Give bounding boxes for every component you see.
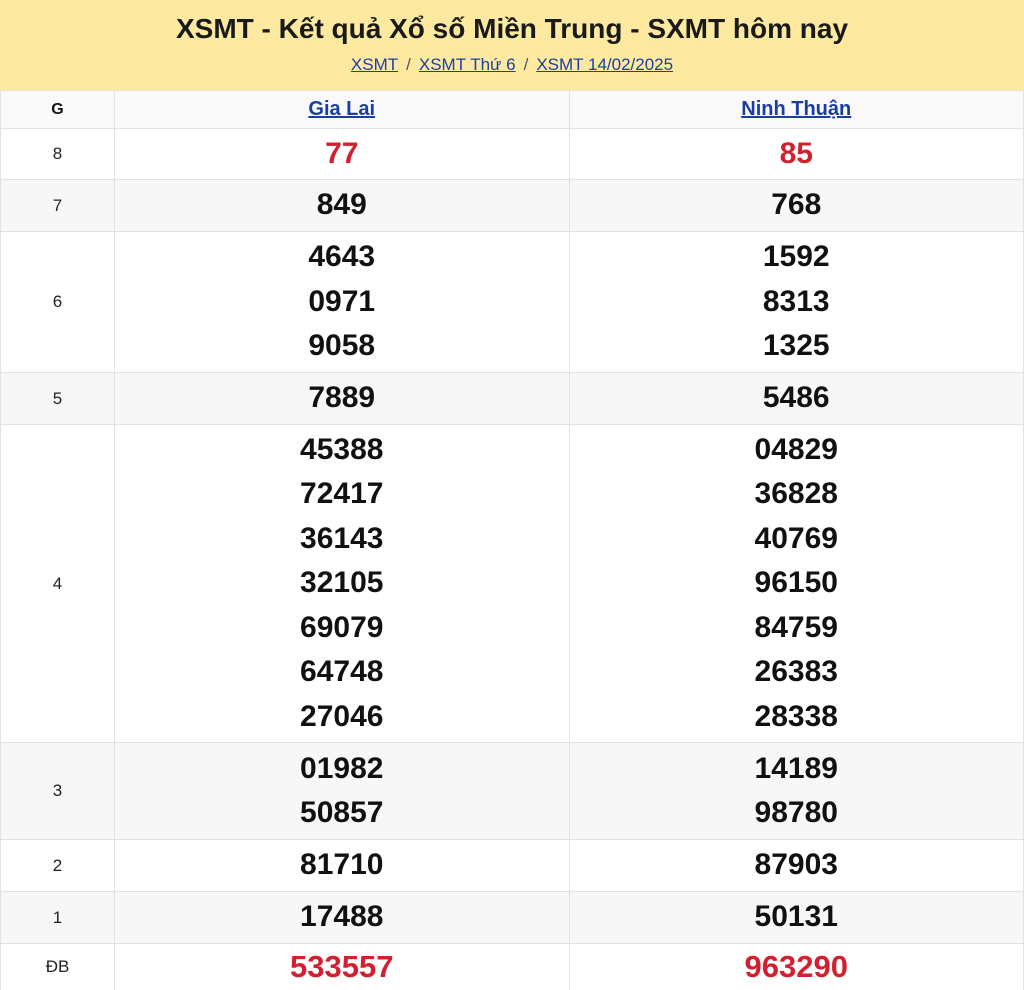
result-number: 768 [771,188,822,222]
prize-label: 3 [0,742,115,840]
result-cell-ninh-thuan: 85 [568,128,1024,180]
result-number: 14189 [754,751,838,785]
result-number: 77 [325,136,359,170]
result-cell-gia-lai: 533557 [114,943,570,990]
result-cell-ninh-thuan: 87903 [568,839,1024,892]
province-link-ninh-thuan[interactable]: Ninh Thuận [741,98,851,120]
table-row-prize-1: 1 17488 50131 [0,891,1024,944]
table-row-prize-7: 7 849 768 [0,179,1024,232]
province-header-gia-lai: Gia Lai [114,90,570,129]
result-cell-ninh-thuan: 04829 36828 40769 96150 84759 26383 2833… [568,424,1024,743]
breadcrumb-separator: / [523,55,529,74]
breadcrumb-xsmt-date-link[interactable]: XSMT 14/02/2025 [536,55,673,74]
result-cell-gia-lai: 01982 50857 [114,742,570,840]
result-number: 17488 [300,900,384,934]
table-row-prize-8: 8 77 85 [0,128,1024,180]
page-title: XSMT - Kết quả Xổ số Miền Trung - SXMT h… [175,13,849,44]
prize-label: 7 [0,179,115,232]
result-number: 7889 [308,381,376,415]
result-cell-ninh-thuan: 50131 [568,891,1024,944]
result-number: 04829 [754,432,838,466]
result-cell-gia-lai: 7889 [114,372,570,425]
result-number: 1325 [762,329,830,363]
province-link-gia-lai[interactable]: Gia Lai [308,98,375,120]
result-number: 32105 [300,566,384,600]
table-row-prize-4: 4 45388 72417 36143 32105 69079 64748 27… [0,424,1024,743]
special-prize-number: 963290 [744,948,848,984]
result-cell-ninh-thuan: 768 [568,179,1024,232]
result-cell-gia-lai: 4643 0971 9058 [114,231,570,373]
result-number: 36828 [754,477,838,511]
breadcrumb-separator: / [406,55,411,74]
page-header: XSMT - Kết quả Xổ số Miền Trung - SXMT h… [0,0,1024,90]
result-number: 849 [316,188,367,222]
breadcrumb-xsmt-thu6-link[interactable]: XSMT Thứ 6 [419,55,516,74]
result-cell-gia-lai: 81710 [114,839,570,892]
prize-label: 8 [0,128,115,180]
result-number: 64748 [300,655,384,689]
result-number: 0971 [308,284,376,318]
prize-label: 6 [0,231,115,373]
result-number: 81710 [300,848,384,882]
result-number: 40769 [754,521,838,555]
result-number: 98780 [754,796,838,829]
breadcrumb: XSMT / XSMT Thứ 6 / XSMT 14/02/2025 [0,54,1024,76]
result-cell-ninh-thuan: 14189 98780 [568,742,1024,840]
result-number: 45388 [300,432,384,466]
breadcrumb-xsmt-link[interactable]: XSMT [351,55,398,74]
result-number: 1592 [762,240,830,274]
result-number: 96150 [754,566,838,600]
result-cell-gia-lai: 77 [114,128,570,180]
table-row-prize-6: 6 4643 0971 9058 1592 8313 1325 [0,231,1024,373]
table-row-prize-2: 2 81710 87903 [0,839,1024,892]
result-number: 87903 [754,848,838,882]
result-number: 84759 [754,610,838,644]
result-cell-gia-lai: 45388 72417 36143 32105 69079 64748 2704… [114,424,570,743]
result-number: 9058 [308,329,376,363]
prize-label: ĐB [0,943,115,990]
prize-label: 5 [0,372,115,425]
result-number: 4643 [308,240,376,274]
result-cell-ninh-thuan: 1592 8313 1325 [568,231,1024,373]
result-number: 50131 [754,900,838,934]
result-number: 50857 [300,796,384,829]
table-row-prize-3: 3 01982 50857 14189 98780 [0,742,1024,840]
result-number: 26383 [754,655,838,689]
result-number: 01982 [300,751,384,785]
result-number: 72417 [300,477,384,511]
result-number: 36143 [300,521,384,555]
result-number: 8313 [762,284,830,318]
result-cell-gia-lai: 849 [114,179,570,232]
result-cell-ninh-thuan: 5486 [568,372,1024,425]
result-number: 27046 [300,699,384,733]
result-number: 69079 [300,610,384,644]
special-prize-number: 533557 [290,948,394,984]
result-number: 85 [779,136,813,170]
results-table: G Gia Lai Ninh Thuận 8 77 85 7 849 768 6… [0,90,1024,990]
result-cell-gia-lai: 17488 [114,891,570,944]
table-row-prize-5: 5 7889 5486 [0,372,1024,425]
prize-column-header: G [0,90,115,129]
result-number: 5486 [762,381,830,415]
prize-label: 2 [0,839,115,892]
province-header-ninh-thuan: Ninh Thuận [568,90,1024,129]
table-row-special-prize: ĐB 533557 963290 [0,943,1024,990]
table-header-row: G Gia Lai Ninh Thuận [0,90,1024,129]
prize-label: 1 [0,891,115,944]
result-cell-ninh-thuan: 963290 [568,943,1024,990]
prize-label: 4 [0,424,115,743]
result-number: 28338 [754,699,838,733]
